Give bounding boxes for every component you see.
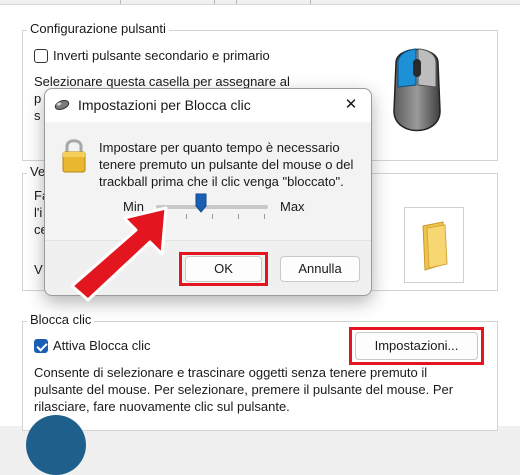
slider-max-label: Max bbox=[280, 199, 305, 214]
close-icon[interactable]: ✕ bbox=[341, 96, 361, 113]
dialog-titlebar: Impostazioni per Blocca clic ✕ bbox=[45, 89, 371, 122]
clicklock-desc-2: pulsante del mouse. Per selezionare, pre… bbox=[34, 382, 454, 397]
red-arrow-annotation bbox=[70, 206, 168, 302]
slider-tick bbox=[186, 214, 187, 219]
slider-tick bbox=[264, 214, 265, 219]
clicklock-desc-3: rilasciare, fare nuovamente clic sul pul… bbox=[34, 399, 290, 414]
cancel-button[interactable]: Annulla bbox=[280, 256, 360, 282]
buttons-config-title: Configurazione pulsanti bbox=[27, 21, 169, 36]
switch-buttons-label[interactable]: Inverti pulsante secondario e primario bbox=[53, 47, 270, 64]
slider-tick bbox=[212, 214, 213, 219]
dialog-message-3: trackball prima che il clic venga "blocc… bbox=[99, 174, 344, 189]
ok-button[interactable]: OK bbox=[185, 256, 262, 282]
enable-clicklock-label[interactable]: Attiva Blocca clic bbox=[53, 337, 151, 354]
speed-text-2: l'i bbox=[34, 205, 43, 220]
slider-tick bbox=[238, 214, 239, 219]
folder-icon bbox=[422, 221, 448, 271]
dialog-message-2: tenere premuto un pulsante del mouse o d… bbox=[99, 157, 354, 172]
speed-text-4: V bbox=[34, 262, 43, 277]
buttons-description-2: p bbox=[34, 91, 42, 106]
test-folder-area[interactable] bbox=[404, 207, 464, 283]
bottom-circle-graphic bbox=[26, 415, 86, 475]
buttons-description-3: s bbox=[34, 108, 41, 123]
enable-clicklock-checkbox[interactable] bbox=[34, 339, 48, 353]
switch-buttons-checkbox[interactable] bbox=[34, 49, 48, 63]
dialog-message-1: Impostare per quanto tempo è necessario bbox=[99, 140, 340, 155]
clicklock-settings-button[interactable]: Impostazioni... bbox=[355, 332, 478, 360]
dialog-title: Impostazioni per Blocca clic bbox=[78, 97, 251, 113]
clicklock-desc-1: Consente di selezionare e trascinare ogg… bbox=[34, 365, 428, 380]
duration-slider-thumb[interactable] bbox=[195, 193, 207, 213]
lock-icon bbox=[62, 139, 86, 173]
clicklock-title: Blocca clic bbox=[27, 312, 95, 327]
mouse-small-icon bbox=[54, 100, 70, 110]
